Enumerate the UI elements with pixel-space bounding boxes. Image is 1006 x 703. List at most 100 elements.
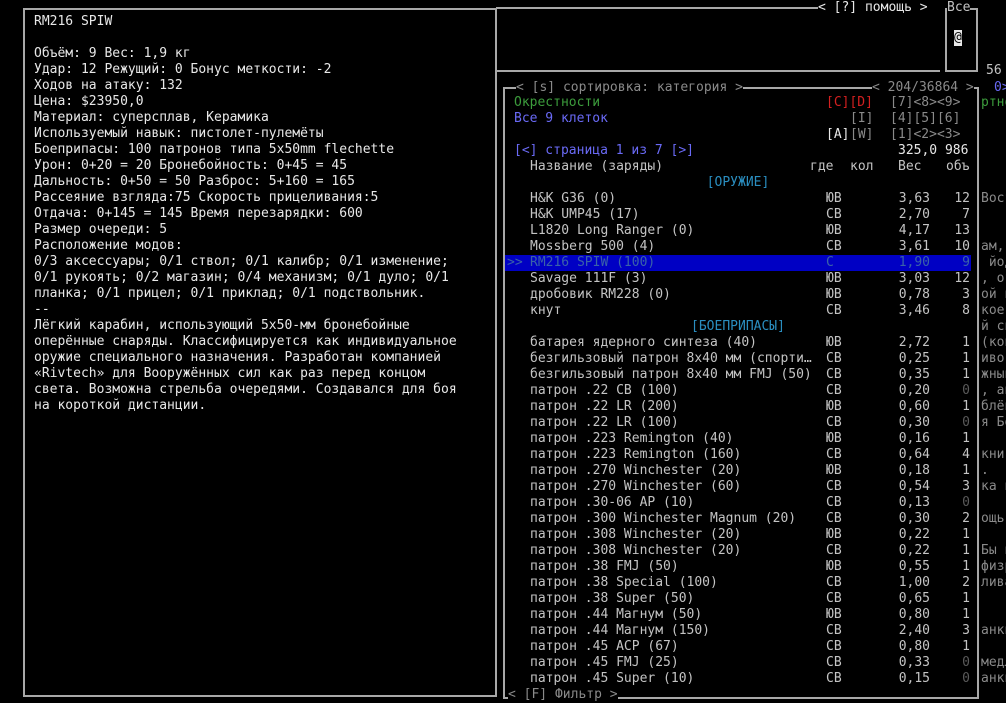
- info-line: 0/3 аксессуары; 0/1 ствол; 0/1 калибр; 0…: [34, 254, 449, 269]
- item-weight: 0,22: [898, 527, 930, 542]
- side-text: йод: [988, 255, 1006, 270]
- item-volume: 12: [954, 191, 970, 206]
- item-weight: 0,30: [898, 511, 930, 526]
- item-name[interactable]: патрон .308 Winchester (20): [530, 527, 741, 543]
- item-name[interactable]: батарея ядерного синтеза (40): [530, 335, 757, 351]
- item-volume: 1: [962, 431, 970, 446]
- item-name[interactable]: патрон .30-06 AP (10): [530, 495, 694, 511]
- side-text: книг: [981, 447, 1006, 462]
- item-name[interactable]: патрон .223 Remington (160): [530, 447, 741, 463]
- item-name[interactable]: Savage 111F (3): [530, 271, 647, 287]
- item-location: ЮВ: [826, 223, 842, 238]
- info-line: Объём: 9 Вес: 1,9 кг: [34, 46, 191, 61]
- item-location: ЮВ: [826, 607, 842, 622]
- item-volume: 1: [962, 367, 970, 382]
- side-text: , от: [981, 271, 1006, 286]
- info-line: света. Возможна стрельба очередями. Созд…: [34, 382, 457, 397]
- side-text: (кон: [981, 335, 1006, 350]
- key-a[interactable]: [A]: [826, 127, 849, 143]
- item-name[interactable]: патрон .44 Магнум (50): [530, 607, 702, 623]
- item-name[interactable]: RM216 SPIW (100): [530, 255, 655, 271]
- item-location: ЮВ: [826, 559, 842, 574]
- item-volume: 10: [954, 239, 970, 254]
- side-text: ам,: [981, 239, 1005, 254]
- item-name[interactable]: патрон .44 Магнум (150): [530, 623, 710, 639]
- direction-keys-mid[interactable]: [4][5][6]: [890, 111, 960, 127]
- item-location: С: [826, 255, 834, 270]
- item-location: СВ: [826, 671, 842, 686]
- item-name[interactable]: патрон .38 Special (100): [530, 575, 718, 591]
- item-volume: 1: [962, 463, 970, 478]
- info-line: Удар: 12 Режущий: 0 Бонус меткости: -2: [34, 62, 332, 77]
- item-weight: 2,72: [898, 335, 930, 350]
- item-weight: 0,35: [898, 367, 930, 382]
- item-volume: 4: [962, 447, 970, 462]
- item-name[interactable]: H&K G36 (0): [530, 191, 616, 207]
- item-location: СВ: [826, 543, 842, 558]
- item-name[interactable]: патрон .270 Winchester (20): [530, 463, 741, 479]
- right-edge-text: 0>: [994, 80, 1006, 95]
- item-location: СВ: [826, 591, 842, 606]
- header-weight: Вес: [898, 159, 922, 174]
- item-weight: 3,03: [898, 271, 930, 286]
- info-line: Цена: $23950,0: [34, 94, 144, 109]
- item-weight: 0,30: [898, 415, 930, 430]
- item-location: ЮВ: [826, 527, 842, 542]
- item-volume: 1: [962, 351, 970, 366]
- item-weight: 0,22: [898, 543, 930, 558]
- item-volume: 8: [962, 303, 970, 318]
- item-volume: 12: [954, 271, 970, 286]
- item-volume: 0: [962, 671, 970, 686]
- item-volume: 3: [962, 479, 970, 494]
- header-count: кол: [850, 159, 874, 174]
- turn-number: 56: [986, 63, 1002, 78]
- item-location: СВ: [826, 447, 842, 462]
- info-line: Отдача: 0+145 = 145 Время перезарядки: 6…: [34, 206, 363, 221]
- item-name[interactable]: патрон .45 ACP (67): [530, 639, 679, 655]
- item-weight: 4,17: [898, 223, 930, 238]
- item-name[interactable]: кнут: [530, 303, 561, 319]
- direction-keys-top[interactable]: [7]<8><9>: [890, 95, 960, 111]
- item-name[interactable]: патрон .308 Winchester (20): [530, 543, 741, 559]
- item-name[interactable]: патрон .22 LR (200): [530, 399, 679, 415]
- header-where: где: [810, 159, 834, 174]
- item-name[interactable]: патрон .38 Super (50): [530, 591, 694, 607]
- item-name[interactable]: патрон .22 CB (100): [530, 383, 679, 399]
- key-w[interactable]: [W]: [850, 127, 873, 143]
- item-weight: 3,63: [898, 191, 930, 206]
- item-name[interactable]: Mossberg 500 (4): [530, 239, 655, 255]
- info-line: Рассеяние взгляда:75 Скорость прицеливан…: [34, 190, 379, 205]
- selected-marker: >>: [507, 255, 523, 270]
- item-weight: 0,78: [898, 287, 930, 302]
- item-name[interactable]: патрон .300 Winchester Magnum (20): [530, 511, 796, 527]
- item-name[interactable]: безгильзовый патрон 8x40 мм (спорти…: [530, 351, 812, 367]
- item-name[interactable]: патрон .223 Remington (40): [530, 431, 734, 447]
- item-name[interactable]: безгильзовый патрон 8x40 мм FMJ (50): [530, 367, 812, 383]
- item-name[interactable]: H&K UMP45 (17): [530, 207, 640, 223]
- item-count: < 204/36864 >: [872, 80, 974, 96]
- help-hint[interactable]: < [?] помощь >: [818, 0, 928, 16]
- item-volume: 1: [962, 607, 970, 622]
- item-name[interactable]: патрон .22 LR (100): [530, 415, 679, 431]
- item-name[interactable]: патрон .38 FMJ (50): [530, 559, 679, 575]
- direction-keys-bottom[interactable]: [1]<2><3>: [890, 127, 960, 143]
- item-name[interactable]: патрон .270 Winchester (60): [530, 479, 741, 495]
- item-name[interactable]: L1820 Long Ranger (0): [530, 223, 694, 239]
- item-weight: 0,15: [898, 671, 930, 686]
- filter-button[interactable]: < [F] Фильтр >: [508, 687, 618, 703]
- pagination[interactable]: [<] страница 1 из 7 [>]: [514, 143, 694, 159]
- item-location: СВ: [826, 623, 842, 638]
- item-name[interactable]: дробовик RM228 (0): [530, 287, 671, 303]
- area-key[interactable]: [I]: [850, 111, 873, 127]
- info-line: Дальность: 0+50 = 50 Разброс: 5+160 = 16…: [34, 174, 355, 189]
- item-location: СВ: [826, 495, 842, 510]
- source-keys[interactable]: [C][D]: [826, 95, 873, 111]
- item-location: СВ: [826, 639, 842, 654]
- item-weight: 2,40: [898, 623, 930, 638]
- info-line: Ходов на атаку: 132: [34, 78, 183, 93]
- info-line: на короткой дистанции.: [34, 398, 207, 413]
- item-name[interactable]: патрон .45 FMJ (25): [530, 655, 679, 671]
- side-text: Вост: [981, 191, 1006, 206]
- item-name[interactable]: патрон .45 Super (10): [530, 671, 694, 687]
- sort-button[interactable]: < [s] сортировка: категория >: [516, 80, 743, 96]
